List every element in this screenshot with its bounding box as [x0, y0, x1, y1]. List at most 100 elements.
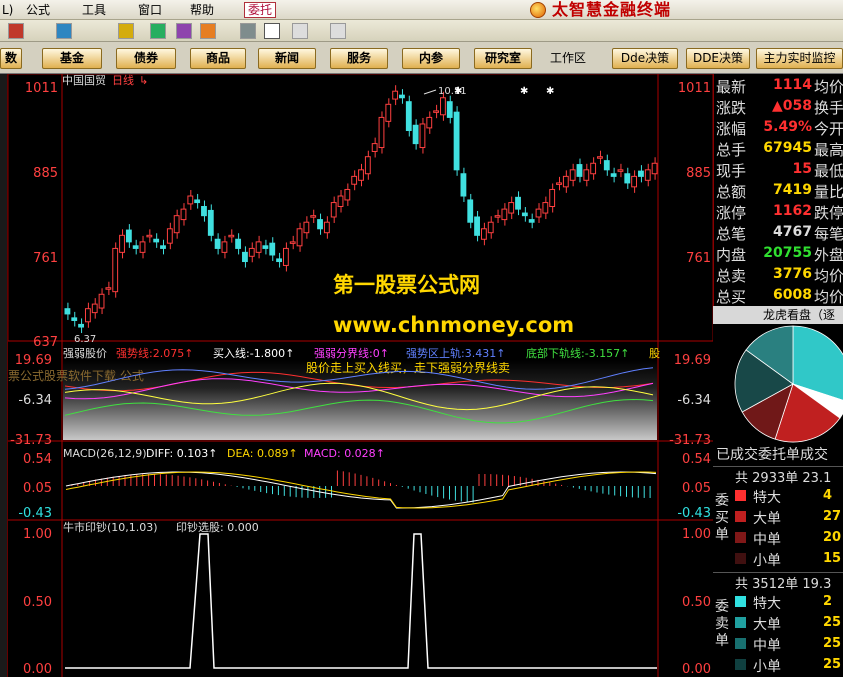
toolbar-icon-1[interactable]: [8, 23, 24, 39]
nav-button-commodity[interactable]: 商品: [190, 48, 246, 69]
indicator-divide-line: 强弱分界线:0↑: [314, 346, 389, 360]
candle-body: [480, 228, 487, 240]
price-tick-left: 637: [33, 335, 58, 350]
candle-body: [228, 234, 235, 238]
quote-value: 7419: [773, 182, 812, 198]
strength-tick-left: -31.73: [10, 433, 52, 448]
help-cursor-icon[interactable]: [330, 23, 346, 39]
nav-button-news[interactable]: 新闻: [258, 48, 316, 69]
candle-body: [132, 245, 139, 249]
period-label: 日线: [112, 74, 134, 87]
candle-body: [521, 212, 528, 217]
toolbar-icon-8[interactable]: [264, 23, 280, 39]
app-title: 太智慧金融终端: [552, 0, 672, 19]
candle-body: [112, 247, 119, 293]
nav-button-insider[interactable]: 内参: [402, 48, 460, 69]
niushi-tick-right: 0.50: [682, 595, 711, 610]
menu-entrust[interactable]: 委托: [244, 2, 277, 18]
menu-window[interactable]: 窗口: [138, 2, 162, 18]
menu-item-l[interactable]: L): [2, 2, 13, 18]
nav-button-dde1[interactable]: Dde决策: [612, 48, 678, 69]
menu-formula[interactable]: 公式: [26, 2, 50, 18]
strength-tick-right: 19.69: [674, 353, 711, 368]
quote-row-volume: 总手 67945 最高: [716, 140, 843, 159]
candle-body: [262, 245, 269, 249]
buy-side-label: 委买单: [715, 493, 729, 543]
candle-body: [282, 247, 289, 266]
toolbar-icon-2[interactable]: [56, 23, 72, 39]
candle-body: [378, 116, 385, 149]
candle-body: [330, 202, 337, 218]
candle-body: [631, 175, 638, 188]
candle-body: [576, 164, 583, 177]
candle-body: [549, 188, 556, 207]
candle-body: [638, 170, 644, 177]
toolbar-icon-9[interactable]: [292, 23, 308, 39]
chart-svg: 1011 885 761 637 1011 885 761 中国国贸 日线 ↳ …: [8, 74, 713, 677]
candle-body: [91, 303, 98, 314]
niushi-value: 印钞选股: 0.000: [176, 520, 259, 534]
candle-body: [78, 323, 84, 328]
candle-body: [344, 188, 351, 201]
candle-body: [180, 208, 187, 221]
nav-button-fund[interactable]: 基金: [42, 48, 102, 69]
menu-help[interactable]: 帮助: [190, 2, 214, 18]
swatch-icon: [735, 532, 746, 543]
quote-row-latest: 最新 1114 均价: [716, 77, 843, 96]
candle-body: [405, 101, 412, 132]
candle-body: [153, 238, 160, 243]
macd-tick-left: 0.54: [23, 452, 52, 467]
price-tick-right: 1011: [678, 81, 711, 96]
niushi-signal-line: [65, 533, 657, 669]
candle-body: [528, 219, 535, 223]
sell-side-label: 委卖单: [715, 599, 729, 649]
macd-value: MACD: 0.028↑: [304, 447, 385, 460]
macd-tick-right: 0.05: [682, 481, 711, 496]
longhu-header[interactable]: 龙虎看盘（逐: [713, 306, 843, 324]
candle-body: [289, 241, 296, 244]
candle-body: [207, 209, 214, 236]
candle-body: [166, 228, 173, 244]
candle-body: [515, 196, 521, 210]
quote-value: 6008: [773, 287, 812, 303]
marker-star-icon: ✱: [454, 86, 462, 97]
sell-row: 特大 2: [735, 592, 843, 613]
toolbar-icon-3[interactable]: [118, 23, 134, 39]
candle-body: [644, 169, 651, 181]
price-tick-right: 885: [686, 166, 711, 181]
buy-total: 共 2933单 23.1: [735, 471, 832, 486]
macd-tick-left: 0.05: [23, 481, 52, 496]
sell-orders: 共 3512单 19.3 委卖单 特大 2 大单 25 中单 25 小单 25: [713, 572, 843, 677]
indicator-buy-line: 买入线:-1.800↑: [213, 346, 294, 360]
buy-row: 特大 4: [735, 486, 843, 507]
candle-body: [624, 173, 631, 184]
nav-button-dde2[interactable]: DDE决策: [686, 48, 750, 69]
candle-body: [351, 175, 358, 185]
strength-title: 强弱股价: [63, 347, 107, 360]
nav-button-bond[interactable]: 债券: [116, 48, 176, 69]
candle-body: [139, 241, 146, 253]
strength-subtitle: 股价走上买入线买，走下强弱分界线卖: [306, 361, 510, 375]
niushi-tick-left: 0.50: [23, 595, 52, 610]
app-logo-icon: [530, 2, 546, 18]
nav-button-research[interactable]: 研究室: [474, 48, 532, 69]
candle-body: [467, 199, 474, 223]
menu-tools[interactable]: 工具: [82, 2, 106, 18]
toolbar: [0, 20, 843, 42]
nav-button-service[interactable]: 服务: [330, 48, 388, 69]
period-arrow-icon[interactable]: ↳: [139, 74, 148, 87]
toolbar-icon-4[interactable]: [150, 23, 166, 39]
workspace-label[interactable]: 工作区: [550, 48, 586, 69]
price-panel-frame: [8, 74, 713, 342]
strength-tick-right: -31.73: [669, 433, 711, 448]
toolbar-icon-6[interactable]: [200, 23, 216, 39]
candle-body: [460, 173, 467, 197]
candle-body: [125, 229, 132, 243]
toolbar-icon-7[interactable]: [240, 23, 256, 39]
toolbar-icon-5[interactable]: [176, 23, 192, 39]
nav-button-main-monitor[interactable]: 主力实时监控: [756, 48, 843, 69]
nav-button-shu[interactable]: 数: [0, 48, 22, 69]
strength-header: 强弱股价 强势线:2.075↑ 买入线:-1.800↑ 强弱分界线:0↑ 强势区…: [63, 346, 660, 360]
quote-value: ▲058: [772, 98, 812, 114]
quote-row-total-sell: 总卖 3776 均价: [716, 266, 843, 285]
